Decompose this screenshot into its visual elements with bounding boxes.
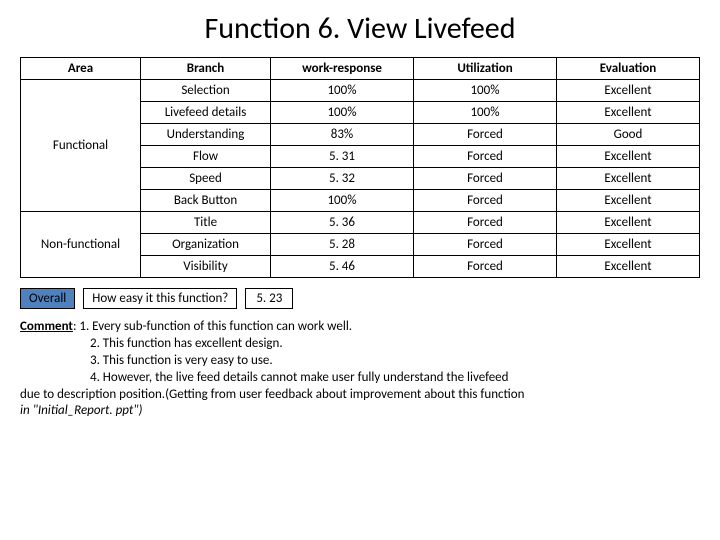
work-response-cell: 83% (271, 124, 414, 146)
col-branch: Branch (141, 58, 271, 80)
evaluation-cell: Excellent (557, 256, 700, 278)
comment-label: Comment (20, 319, 73, 334)
utilization-cell: Forced (414, 190, 557, 212)
overall-label: Overall (20, 288, 75, 309)
overall-question: How easy it this function? (83, 288, 237, 309)
comment-line-2: 2. This function has excellent design. (20, 336, 283, 353)
evaluation-cell: Excellent (557, 146, 700, 168)
branch-cell: Visibility (141, 256, 271, 278)
evaluation-cell: Good (557, 124, 700, 146)
comment-block: Comment: 1. Every sub-function of this f… (20, 319, 700, 420)
col-utilization: Utilization (414, 58, 557, 80)
work-response-cell: 100% (271, 190, 414, 212)
branch-cell: Selection (141, 80, 271, 102)
work-response-cell: 5. 32 (271, 168, 414, 190)
table-row: Non-functionalTitle5. 36ForcedExcellent (21, 212, 700, 234)
branch-cell: Back Button (141, 190, 271, 212)
utilization-cell: Forced (414, 146, 557, 168)
page-title: Function 6. View Livefeed (20, 10, 700, 47)
col-evaluation: Evaluation (557, 58, 700, 80)
evaluation-cell: Excellent (557, 190, 700, 212)
utilization-cell: Forced (414, 234, 557, 256)
table-header-row: Area Branch work-response Utilization Ev… (21, 58, 700, 80)
utilization-cell: Forced (414, 168, 557, 190)
work-response-cell: 100% (271, 80, 414, 102)
comment-tail-1: due to description position.(Getting fro… (20, 387, 700, 404)
area-cell: Functional (21, 80, 141, 212)
branch-cell: Flow (141, 146, 271, 168)
comment-line-4: 4. However, the live feed details cannot… (20, 370, 508, 387)
utilization-cell: Forced (414, 124, 557, 146)
overall-row: Overall How easy it this function? 5. 23 (20, 288, 700, 309)
utilization-cell: Forced (414, 256, 557, 278)
table-row: FunctionalSelection100%100%Excellent (21, 80, 700, 102)
evaluation-cell: Excellent (557, 102, 700, 124)
evaluation-cell: Excellent (557, 168, 700, 190)
evaluation-cell: Excellent (557, 212, 700, 234)
evaluation-cell: Excellent (557, 234, 700, 256)
overall-value: 5. 23 (245, 288, 293, 309)
work-response-cell: 5. 31 (271, 146, 414, 168)
comment-line-3: 3. This function is very easy to use. (20, 353, 273, 370)
branch-cell: Understanding (141, 124, 271, 146)
utilization-cell: Forced (414, 212, 557, 234)
work-response-cell: 100% (271, 102, 414, 124)
work-response-cell: 5. 36 (271, 212, 414, 234)
utilization-cell: 100% (414, 102, 557, 124)
comment-line-1: 1. Every sub-function of this function c… (79, 319, 352, 334)
branch-cell: Livefeed details (141, 102, 271, 124)
evaluation-cell: Excellent (557, 80, 700, 102)
comment-tail-2: in "Initial_Report. ppt") (20, 403, 700, 420)
branch-cell: Speed (141, 168, 271, 190)
work-response-cell: 5. 28 (271, 234, 414, 256)
branch-cell: Organization (141, 234, 271, 256)
col-area: Area (21, 58, 141, 80)
col-work-response: work-response (271, 58, 414, 80)
branch-cell: Title (141, 212, 271, 234)
evaluation-table: Area Branch work-response Utilization Ev… (20, 57, 700, 278)
area-cell: Non-functional (21, 212, 141, 278)
utilization-cell: 100% (414, 80, 557, 102)
work-response-cell: 5. 46 (271, 256, 414, 278)
